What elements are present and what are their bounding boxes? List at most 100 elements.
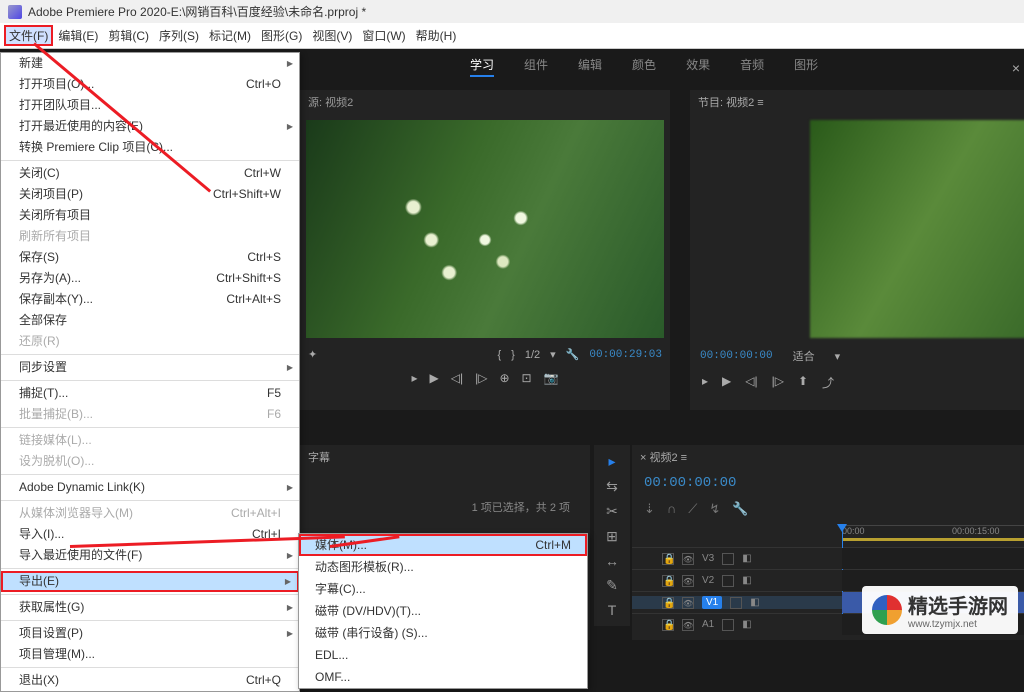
track-lane[interactable] <box>842 548 1024 569</box>
file-menu-item[interactable]: 保存副本(Y)...Ctrl+Alt+S <box>1 289 299 310</box>
track-output-icon[interactable]: ◧ <box>742 553 751 564</box>
mark-in-icon[interactable]: ▸ <box>411 371 417 385</box>
workspace-tab-learn[interactable]: 学习 <box>470 56 494 77</box>
lift-icon[interactable]: ⬆ <box>798 374 808 391</box>
track-output-icon[interactable]: ◧ <box>742 619 751 630</box>
file-menu-item[interactable]: 获取属性(G) <box>1 597 299 618</box>
panel-menu-icon[interactable]: ≡ <box>757 97 763 109</box>
file-menu-item[interactable]: 关闭(C)Ctrl+W <box>1 163 299 184</box>
timeline-tab[interactable]: 视频2 <box>649 452 677 464</box>
file-menu-item[interactable]: 打开团队项目... <box>1 95 299 116</box>
eye-icon[interactable] <box>682 553 694 565</box>
file-menu-item[interactable]: 导入(I)...Ctrl+I <box>1 524 299 545</box>
export-frame-icon[interactable]: 📷 <box>544 371 559 385</box>
play-icon[interactable]: ▶ <box>722 374 731 391</box>
lock-icon[interactable]: 🔒 <box>662 597 674 609</box>
extract-icon[interactable]: ⤴ <box>822 374 834 391</box>
in-icon[interactable]: { <box>497 349 501 361</box>
marker-tool-icon[interactable]: ⟋ <box>688 501 697 517</box>
menu-sequence[interactable]: 序列(S) <box>154 25 204 46</box>
file-menu-item[interactable]: 新建 <box>1 53 299 74</box>
workspace-tab-effects[interactable]: 效果 <box>686 56 710 77</box>
snap-icon[interactable]: ⇣ <box>644 501 655 517</box>
sync-lock-icon[interactable] <box>722 575 734 587</box>
lock-icon[interactable]: 🔒 <box>662 619 674 631</box>
lock-icon[interactable]: 🔒 <box>662 553 674 565</box>
slip-tool-icon[interactable]: ↔ <box>605 553 619 569</box>
step-fwd-icon[interactable]: |▷ <box>772 374 784 391</box>
track-select-tool-icon[interactable]: ⇆ <box>606 478 618 495</box>
menu-help[interactable]: 帮助(H) <box>411 25 462 46</box>
selection-tool-icon[interactable]: ▸ <box>608 453 615 470</box>
eye-icon[interactable] <box>682 597 694 609</box>
out-icon[interactable]: } <box>511 349 515 361</box>
insert-icon[interactable]: ⊕ <box>499 371 509 385</box>
file-menu-item[interactable]: 另存为(A)...Ctrl+Shift+S <box>1 268 299 289</box>
file-menu-item[interactable]: 关闭项目(P)Ctrl+Shift+W <box>1 184 299 205</box>
file-menu-item[interactable]: 转换 Premiere Clip 项目(C)... <box>1 137 299 158</box>
track-output-icon[interactable]: ◧ <box>742 575 751 586</box>
sync-lock-icon[interactable] <box>722 619 734 631</box>
file-menu-item[interactable]: 全部保存 <box>1 310 299 331</box>
overwrite-icon[interactable]: ⊡ <box>522 371 532 385</box>
file-menu-item[interactable]: 项目设置(P) <box>1 623 299 644</box>
mark-in-icon[interactable]: ▸ <box>702 374 708 391</box>
step-back-icon[interactable]: ◁| <box>745 374 757 391</box>
menu-file[interactable]: 文件(F) <box>4 25 53 46</box>
file-menu-item[interactable]: 关闭所有项目 <box>1 205 299 226</box>
eye-icon[interactable] <box>682 619 694 631</box>
file-menu-item[interactable]: 打开最近使用的内容(E) <box>1 116 299 137</box>
zoom-level[interactable]: 1/2 <box>525 349 540 361</box>
close-icon[interactable]: × <box>1012 60 1020 76</box>
menu-window[interactable]: 窗口(W) <box>357 25 410 46</box>
file-menu-item[interactable]: 退出(X)Ctrl+Q <box>1 670 299 691</box>
wrench-icon[interactable]: 🔧 <box>566 348 580 361</box>
file-menu-item[interactable]: Adobe Dynamic Link(K) <box>1 477 299 498</box>
file-menu-item[interactable]: 导出(E) <box>1 571 299 592</box>
play-icon[interactable]: ▶ <box>430 371 439 385</box>
sync-lock-icon[interactable] <box>730 597 742 609</box>
type-tool-icon[interactable]: T <box>608 602 617 618</box>
timeline-ruler[interactable]: 00:00 00:00:15:00 00:00:3 <box>842 525 1024 541</box>
track-output-icon[interactable]: ◧ <box>750 597 759 608</box>
pen-tool-icon[interactable]: ✎ <box>606 577 618 594</box>
sync-lock-icon[interactable] <box>722 553 734 565</box>
program-preview[interactable] <box>810 120 1024 338</box>
fit-dropdown[interactable]: 适合 <box>793 348 815 364</box>
source-tab-label[interactable]: 源: 视频2 <box>308 94 353 110</box>
source-preview[interactable] <box>306 120 664 338</box>
eye-icon[interactable] <box>682 575 694 587</box>
menu-clip[interactable]: 剪辑(C) <box>103 25 154 46</box>
linked-selection-icon[interactable]: ∩ <box>667 501 676 517</box>
export-menu-item[interactable]: EDL... <box>299 644 587 666</box>
menu-edit[interactable]: 编辑(E) <box>53 25 103 46</box>
export-menu-item[interactable]: 媒体(M)...Ctrl+M <box>299 534 587 556</box>
ripple-tool-icon[interactable]: ✂ <box>606 503 618 520</box>
playhead-icon[interactable] <box>837 524 847 532</box>
insert-mode-icon[interactable]: ↯ <box>709 501 720 517</box>
menu-view[interactable]: 视图(V) <box>307 25 357 46</box>
razor-tool-icon[interactable]: ⊞ <box>606 528 618 545</box>
step-back-icon[interactable]: ◁| <box>451 371 463 385</box>
lock-icon[interactable]: 🔒 <box>662 575 674 587</box>
file-menu-item[interactable]: 打开项目(O)...Ctrl+O <box>1 74 299 95</box>
settings-icon[interactable]: 🔧 <box>732 501 748 517</box>
file-menu-item[interactable]: 导入最近使用的文件(F) <box>1 545 299 566</box>
file-menu-item[interactable]: 捕捉(T)...F5 <box>1 383 299 404</box>
workspace-tab-audio[interactable]: 音频 <box>740 56 764 77</box>
workspace-tab-graphics[interactable]: 图形 <box>794 56 818 77</box>
workspace-tab-edit[interactable]: 编辑 <box>578 56 602 77</box>
menu-marker[interactable]: 标记(M) <box>204 25 256 46</box>
panel-menu-icon[interactable]: ≡ <box>681 452 687 464</box>
workspace-tab-assembly[interactable]: 组件 <box>524 56 548 77</box>
project-tab[interactable]: 字幕 <box>308 452 330 464</box>
work-area-bar[interactable] <box>842 538 1024 541</box>
file-menu-item[interactable]: 保存(S)Ctrl+S <box>1 247 299 268</box>
add-marker-icon[interactable]: ✦ <box>308 348 317 361</box>
menu-graphics[interactable]: 图形(G) <box>256 25 307 46</box>
program-tab-label[interactable]: 节目: 视频2 <box>698 97 754 109</box>
timeline-track[interactable]: 🔒V3◧ <box>632 547 1024 569</box>
step-fwd-icon[interactable]: |▷ <box>475 371 487 385</box>
workspace-tab-color[interactable]: 颜色 <box>632 56 656 77</box>
file-menu-item[interactable]: 项目管理(M)... <box>1 644 299 665</box>
